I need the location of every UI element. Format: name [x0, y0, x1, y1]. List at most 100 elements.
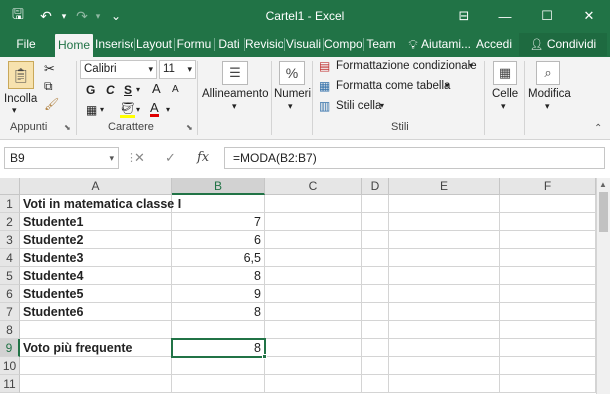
- alignment-icon[interactable]: ☰: [222, 61, 248, 85]
- cell-c11[interactable]: [265, 375, 362, 393]
- tab-formulas[interactable]: Formu: [175, 32, 213, 57]
- fill-handle[interactable]: [262, 354, 267, 359]
- tab-review[interactable]: Revisio: [245, 32, 283, 57]
- row-header-2[interactable]: 2: [0, 213, 20, 231]
- cell-a1[interactable]: Voti in matematica classe I: [20, 195, 181, 213]
- cells-button[interactable]: Celle: [492, 88, 518, 100]
- row-header-6[interactable]: 6: [0, 285, 20, 303]
- cell-d10[interactable]: [362, 357, 389, 375]
- editing-dropdown-icon[interactable]: ▾: [545, 101, 550, 112]
- font-color-button[interactable]: A: [150, 101, 159, 117]
- tab-layout[interactable]: Layout: [135, 32, 173, 57]
- cell-c6[interactable]: [265, 285, 362, 303]
- cell-d3[interactable]: [362, 231, 389, 249]
- cell-b2[interactable]: 7: [172, 213, 265, 231]
- cell-a11[interactable]: [20, 375, 172, 393]
- font-grow-button[interactable]: A: [152, 81, 161, 96]
- font-family-select[interactable]: Calibri ▾: [80, 60, 157, 79]
- name-box[interactable]: B9 ▾: [4, 147, 119, 169]
- cell-d8[interactable]: [362, 321, 389, 339]
- paste-icon[interactable]: 📋︎: [8, 61, 34, 89]
- cell-e8[interactable]: [389, 321, 500, 339]
- chevron-down-icon[interactable]: ▾: [380, 101, 384, 110]
- cell-e5[interactable]: [389, 267, 500, 285]
- cell-f2[interactable]: [500, 213, 596, 231]
- cell-b8[interactable]: [172, 321, 265, 339]
- cell-f4[interactable]: [500, 249, 596, 267]
- tab-data[interactable]: Dati: [215, 32, 243, 57]
- cell-c1[interactable]: [265, 195, 362, 213]
- column-header-f[interactable]: F: [500, 178, 596, 195]
- formula-input[interactable]: =MODA(B2:B7): [224, 147, 605, 169]
- cell-c7[interactable]: [265, 303, 362, 321]
- italic-button[interactable]: C: [106, 83, 115, 97]
- tab-file[interactable]: File: [8, 32, 44, 57]
- chevron-down-icon[interactable]: ▾: [445, 81, 449, 90]
- cell-d1[interactable]: [362, 195, 389, 213]
- underline-button[interactable]: S: [124, 83, 132, 97]
- font-size-select[interactable]: 11 ▾: [159, 60, 196, 79]
- tell-me-search[interactable]: Aiutami...: [421, 32, 471, 57]
- format-painter-icon[interactable]: 🖌︎: [44, 97, 59, 111]
- row-header-5[interactable]: 5: [0, 267, 20, 285]
- cell-a9[interactable]: Voto più frequente: [20, 339, 172, 357]
- conditional-formatting-button[interactable]: Formattazione condizionale: [336, 60, 477, 72]
- cell-e7[interactable]: [389, 303, 500, 321]
- column-header-c[interactable]: C: [265, 178, 362, 195]
- cell-c5[interactable]: [265, 267, 362, 285]
- cell-c9[interactable]: [265, 339, 362, 357]
- cell-d7[interactable]: [362, 303, 389, 321]
- cell-b7[interactable]: 8: [172, 303, 265, 321]
- font-launcher-icon[interactable]: ⬊: [186, 123, 193, 132]
- cell-c4[interactable]: [265, 249, 362, 267]
- cell-a3[interactable]: Studente2: [20, 231, 172, 249]
- cell-b9[interactable]: 8: [172, 339, 265, 357]
- column-header-a[interactable]: A: [20, 178, 172, 195]
- insert-function-icon[interactable]: fx: [197, 147, 209, 169]
- cell-c10[interactable]: [265, 357, 362, 375]
- cell-c3[interactable]: [265, 231, 362, 249]
- cell-a4[interactable]: Studente3: [20, 249, 172, 267]
- cell-e9[interactable]: [389, 339, 500, 357]
- paste-dropdown-icon[interactable]: ▾: [12, 105, 17, 116]
- cell-f5[interactable]: [500, 267, 596, 285]
- cell-f11[interactable]: [500, 375, 596, 393]
- tab-home[interactable]: Home: [55, 34, 93, 57]
- underline-dropdown-icon[interactable]: ▾: [136, 85, 140, 94]
- cell-b4[interactable]: 6,5: [172, 249, 265, 267]
- cell-a10[interactable]: [20, 357, 172, 375]
- close-button[interactable]: ✕: [568, 0, 610, 32]
- font-shrink-button[interactable]: A: [172, 84, 179, 95]
- chevron-down-icon[interactable]: ▾: [469, 61, 473, 70]
- cell-f7[interactable]: [500, 303, 596, 321]
- cell-d9[interactable]: [362, 339, 389, 357]
- number-format-button[interactable]: Numeri: [274, 88, 311, 100]
- column-header-e[interactable]: E: [389, 178, 500, 195]
- tab-team[interactable]: Team: [364, 32, 398, 57]
- cell-d5[interactable]: [362, 267, 389, 285]
- cells-icon[interactable]: ▦: [493, 61, 517, 85]
- row-header-3[interactable]: 3: [0, 231, 20, 249]
- cell-d11[interactable]: [362, 375, 389, 393]
- font-color-dropdown-icon[interactable]: ▾: [166, 105, 170, 114]
- cell-a6[interactable]: Studente5: [20, 285, 172, 303]
- cell-e4[interactable]: [389, 249, 500, 267]
- percent-icon[interactable]: %: [279, 61, 305, 85]
- column-header-d[interactable]: D: [362, 178, 389, 195]
- fill-color-icon[interactable]: 🪣︎: [120, 101, 136, 118]
- cell-f10[interactable]: [500, 357, 596, 375]
- vertical-scrollbar[interactable]: ▲: [596, 178, 610, 394]
- sign-in-link[interactable]: Accedi: [475, 32, 513, 57]
- cell-c8[interactable]: [265, 321, 362, 339]
- cell-f9[interactable]: [500, 339, 596, 357]
- bold-button[interactable]: G: [86, 83, 95, 97]
- cell-e3[interactable]: [389, 231, 500, 249]
- cell-a2[interactable]: Studente1: [20, 213, 172, 231]
- alignment-dropdown-icon[interactable]: ▾: [232, 101, 237, 112]
- borders-dropdown-icon[interactable]: ▾: [100, 105, 104, 114]
- scroll-up-icon[interactable]: ▲: [599, 180, 607, 189]
- minimize-button[interactable]: —: [484, 0, 526, 32]
- tab-insert[interactable]: Inserisc: [95, 32, 133, 57]
- tab-addins[interactable]: Compo: [324, 32, 362, 57]
- cell-d6[interactable]: [362, 285, 389, 303]
